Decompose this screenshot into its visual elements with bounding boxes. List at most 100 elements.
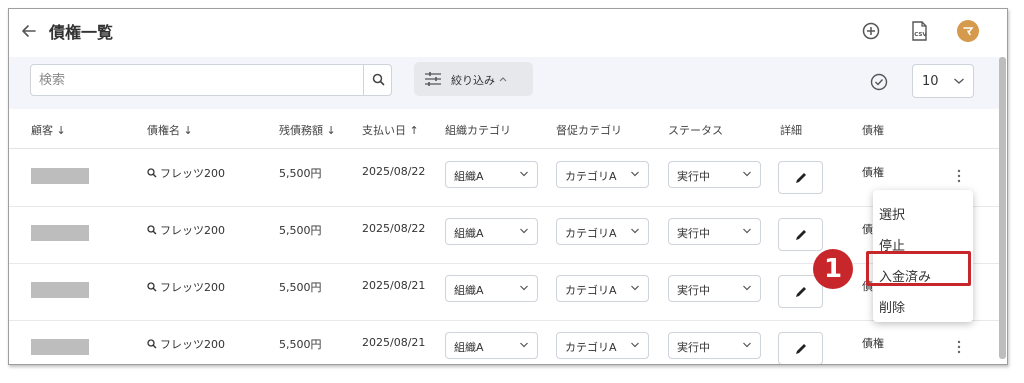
col-org-category: 組織カテゴリ (445, 124, 511, 137)
edit-button[interactable] (778, 332, 823, 364)
search-input[interactable] (31, 65, 364, 95)
chevron-up-icon (499, 77, 507, 82)
claim-name-text: フレッツ200 (160, 224, 225, 237)
edit-button[interactable] (778, 161, 823, 194)
chevron-down-icon (520, 285, 528, 291)
filter-button[interactable]: 絞り込み (414, 62, 533, 96)
claim-name-text: フレッツ200 (160, 167, 225, 180)
status-value: 実行中 (677, 341, 710, 354)
svg-text:CSV: CSV (914, 32, 927, 38)
org-category-select[interactable]: 組織A (445, 161, 538, 188)
pencil-icon (796, 230, 806, 240)
col-customer[interactable]: 顧客 ↓ (31, 122, 66, 138)
status-value: 実行中 (677, 227, 710, 240)
pencil-icon (796, 173, 806, 183)
payment-date: 2025/08/21 (362, 336, 426, 349)
org-category-value: 組織A (454, 284, 484, 297)
search-icon[interactable] (365, 65, 392, 95)
customer-redacted (31, 282, 89, 298)
pencil-icon (796, 344, 806, 354)
org-category-select[interactable]: 組織A (445, 332, 538, 359)
payment-date: 2025/08/21 (362, 279, 426, 292)
org-category-select[interactable]: 組織A (445, 275, 538, 302)
page-header: 債権一覧 CSV (9, 9, 1007, 53)
check-circle-icon[interactable] (869, 72, 889, 92)
chevron-down-icon (631, 342, 639, 348)
app-window: 債権一覧 CSV 絞り (8, 8, 1008, 365)
page-title: 債権一覧 (49, 23, 114, 42)
table-row: フレッツ200 5,500円 2025/08/21 組織A カテゴリA 実行中 … (9, 321, 1001, 364)
col-detail: 詳細 (780, 124, 802, 137)
more-vert-icon[interactable] (954, 339, 964, 355)
col-claim: 債権 (862, 124, 884, 137)
balance-amount: 5,500円 (279, 167, 322, 180)
col-dun-category: 督促カテゴリ (556, 124, 622, 137)
status-select[interactable]: 実行中 (668, 275, 761, 302)
dun-category-select[interactable]: カテゴリA (556, 332, 649, 359)
status-value: 実行中 (677, 284, 710, 297)
status-value: 実行中 (677, 170, 710, 183)
claim-name[interactable]: フレッツ200 (147, 165, 225, 181)
dun-category-value: カテゴリA (565, 170, 617, 183)
chevron-down-icon (631, 228, 639, 234)
status-select[interactable]: 実行中 (668, 332, 761, 359)
claim-name[interactable]: フレッツ200 (147, 279, 225, 295)
balance-amount: 5,500円 (279, 338, 322, 351)
balance-amount: 5,500円 (279, 281, 322, 294)
menu-item-select[interactable]: 選択 (879, 199, 967, 227)
chevron-down-icon (743, 228, 751, 234)
claim-name[interactable]: フレッツ200 (147, 336, 225, 352)
payment-date: 2025/08/22 (362, 165, 426, 178)
claim-type: 債権 (862, 166, 884, 179)
chevron-down-icon (520, 228, 528, 234)
payment-date: 2025/08/22 (362, 222, 426, 235)
claim-type: 債権 (862, 337, 884, 350)
col-balance[interactable]: 残債務額 ↓ (279, 122, 336, 138)
pencil-icon (796, 287, 806, 297)
edit-button[interactable] (778, 218, 823, 251)
dun-category-value: カテゴリA (565, 341, 617, 354)
col-status: ステータス (668, 124, 723, 137)
search-box (30, 64, 392, 96)
add-circle-icon[interactable] (859, 19, 883, 43)
org-category-value: 組織A (454, 170, 484, 183)
filter-toolbar: 絞り込み 10 (9, 57, 1001, 109)
chevron-down-icon (743, 285, 751, 291)
chevron-down-icon (520, 342, 528, 348)
chevron-down-icon (631, 171, 639, 177)
avatar-letter-icon (963, 27, 974, 36)
sliders-icon (425, 72, 441, 86)
search-icon (147, 168, 157, 178)
dun-category-select[interactable]: カテゴリA (556, 161, 649, 188)
claim-type: 債 (862, 223, 873, 236)
table-row: フレッツ200 5,500円 2025/08/22 組織A カテゴリA 実行中 … (9, 207, 1001, 264)
user-avatar[interactable] (957, 20, 979, 42)
org-category-select[interactable]: 組織A (445, 218, 538, 245)
claim-name[interactable]: フレッツ200 (147, 222, 225, 238)
chevron-down-icon (631, 285, 639, 291)
filter-label: 絞り込み (451, 74, 495, 87)
dun-category-value: カテゴリA (565, 284, 617, 297)
status-select[interactable]: 実行中 (668, 218, 761, 245)
dun-category-value: カテゴリA (565, 227, 617, 240)
org-category-value: 組織A (454, 341, 484, 354)
menu-item-delete[interactable]: 削除 (879, 292, 967, 320)
vertical-scrollbar[interactable] (999, 57, 1006, 359)
chevron-down-icon (954, 78, 964, 84)
claim-name-text: フレッツ200 (160, 281, 225, 294)
back-arrow-icon[interactable] (19, 21, 39, 41)
claim-name-text: フレッツ200 (160, 338, 225, 351)
page-size-value: 10 (922, 74, 939, 89)
status-select[interactable]: 実行中 (668, 161, 761, 188)
csv-download-icon[interactable]: CSV (907, 19, 931, 43)
chevron-down-icon (520, 171, 528, 177)
dun-category-select[interactable]: カテゴリA (556, 218, 649, 245)
dun-category-select[interactable]: カテゴリA (556, 275, 649, 302)
table-header: 顧客 ↓ 債権名 ↓ 残債務額 ↓ 支払い日 ↑ 組織カテゴリ 督促カテゴリ ス… (9, 109, 1001, 149)
page-size-select[interactable]: 10 (912, 64, 974, 98)
search-icon (147, 225, 157, 235)
customer-redacted (31, 339, 89, 355)
col-payment-date[interactable]: 支払い日 ↑ (362, 122, 419, 138)
more-vert-icon[interactable] (954, 168, 964, 184)
col-claim-name[interactable]: 債権名 ↓ (147, 122, 193, 138)
